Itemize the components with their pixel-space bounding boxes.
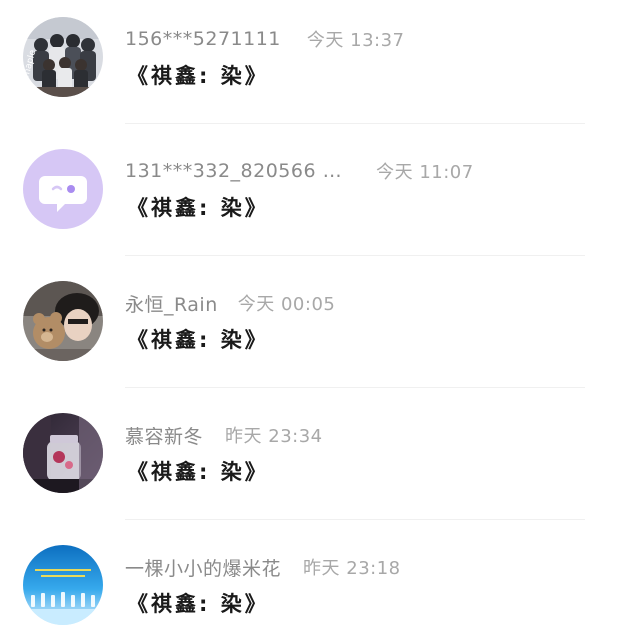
- divider: [125, 387, 585, 388]
- boy-with-teddy-bear-avatar[interactable]: [23, 281, 103, 361]
- timestamp: 昨天 23:34: [225, 426, 323, 447]
- comment-text: 《祺鑫: 染》: [127, 196, 269, 220]
- comment-meta: 156***5271111 今天 13:37: [125, 26, 405, 52]
- divider: [125, 519, 585, 520]
- timestamp: 今天 11:07: [376, 162, 474, 183]
- comment-text: 《祺鑫: 染》: [127, 328, 269, 352]
- glass-jar-photo-avatar[interactable]: [23, 413, 103, 493]
- comment-meta: 慕容新冬 昨天 23:34: [125, 422, 323, 448]
- comment-item[interactable]: 131***332_820566 … 今天 11:07 《祺鑫: 染》: [0, 132, 640, 264]
- username[interactable]: 156***5271111: [125, 28, 281, 50]
- comment-meta: 131***332_820566 … 今天 11:07: [125, 158, 474, 184]
- comment-list: maple 156***5271111 今天 13:37 《祺鑫: 染》 131…: [0, 0, 640, 643]
- comment-text: 《祺鑫: 染》: [127, 64, 269, 88]
- username[interactable]: 永恒_Rain: [125, 290, 218, 317]
- username[interactable]: 一棵小小的爆米花: [125, 554, 281, 581]
- divider: [125, 255, 585, 256]
- username[interactable]: 慕容新冬: [125, 422, 203, 449]
- stage-performance-avatar[interactable]: [23, 545, 103, 625]
- divider: [125, 123, 585, 124]
- username[interactable]: 131***332_820566 …: [125, 160, 342, 182]
- comment-text: 《祺鑫: 染》: [127, 460, 269, 484]
- comment-item[interactable]: maple 156***5271111 今天 13:37 《祺鑫: 染》: [0, 0, 640, 132]
- comment-meta: 一棵小小的爆米花 昨天 23:18: [125, 554, 401, 580]
- comment-item[interactable]: 一棵小小的爆米花 昨天 23:18 《祺鑫: 染》: [0, 528, 640, 643]
- comment-item[interactable]: 永恒_Rain 今天 00:05 《祺鑫: 染》: [0, 264, 640, 396]
- comment-meta: 永恒_Rain 今天 00:05: [125, 290, 335, 316]
- timestamp: 昨天 23:18: [303, 558, 401, 579]
- comment-item[interactable]: 慕容新冬 昨天 23:34 《祺鑫: 染》: [0, 396, 640, 528]
- default-chat-bubble-avatar[interactable]: [23, 149, 103, 229]
- timestamp: 今天 00:05: [237, 294, 336, 315]
- group-photo-avatar[interactable]: maple: [23, 17, 103, 97]
- timestamp: 今天 13:37: [306, 30, 405, 51]
- comment-text: 《祺鑫: 染》: [127, 592, 269, 616]
